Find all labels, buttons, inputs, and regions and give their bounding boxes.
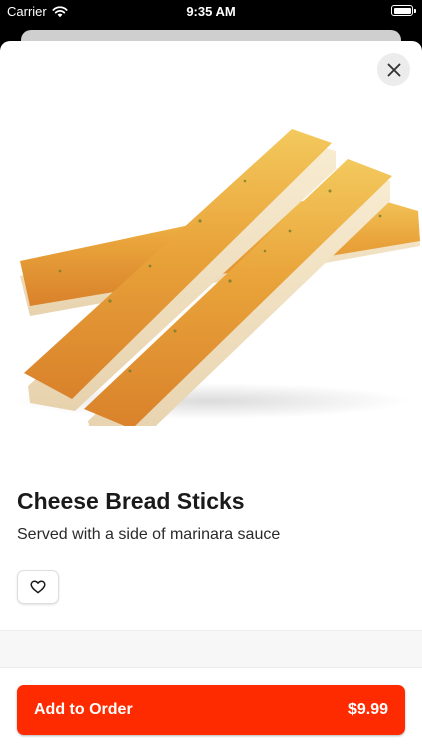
heart-outline-icon [30,580,46,594]
price-label: $9.99 [347,701,388,718]
status-bar: Carrier 9:35 AM [0,0,422,24]
add-to-order-label: Add to Order [34,701,133,718]
add-to-order-button[interactable]: Add to Order $9.99 [17,685,405,735]
section-divider [0,630,422,668]
battery-icon [391,5,416,16]
status-time: 9:35 AM [186,4,236,19]
favorite-button[interactable] [17,570,59,604]
item-description: Served with a side of marinara sauce [17,526,281,543]
item-title: Cheese Bread Sticks [17,488,245,514]
cheese-bread-sticks-photo [10,129,420,426]
close-icon [387,63,400,76]
item-detail-sheet: Cheese Bread Sticks Served with a side o… [0,41,422,750]
battery-level [393,7,411,14]
